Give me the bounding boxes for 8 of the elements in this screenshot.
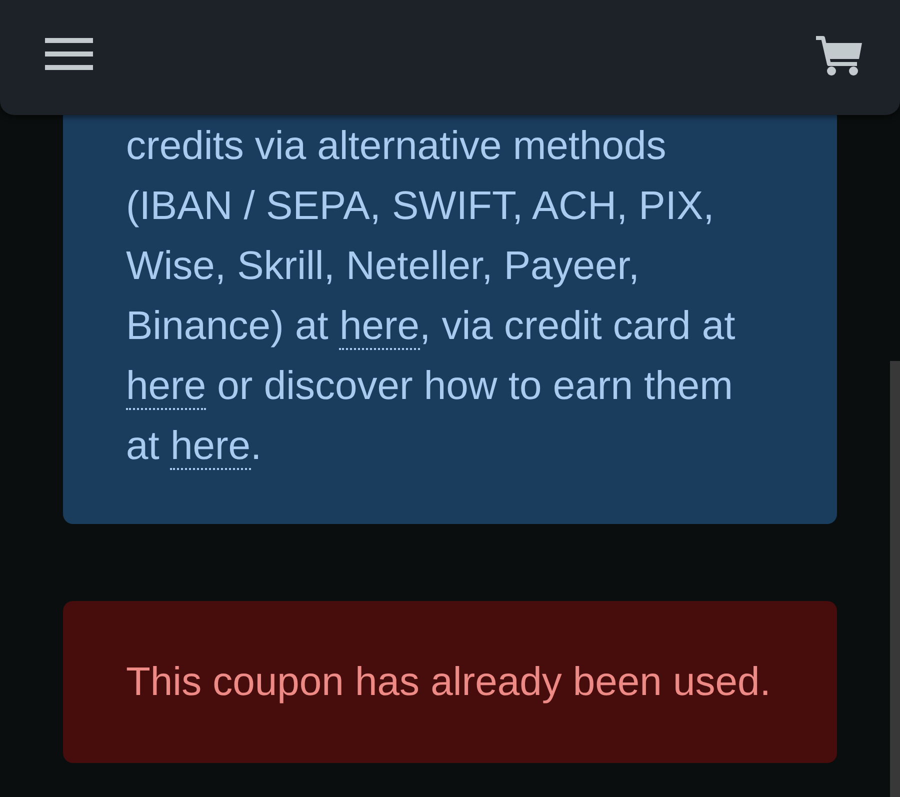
inline-link[interactable]: here — [126, 364, 206, 410]
cart-icon[interactable] — [815, 35, 863, 76]
inline-link[interactable]: here — [339, 304, 420, 350]
error-message: This coupon has already been used. — [126, 659, 771, 706]
menu-icon[interactable] — [45, 38, 93, 70]
scrollbar-thumb[interactable] — [890, 361, 900, 797]
inline-link[interactable]: here — [170, 424, 251, 470]
info-text: credits via alternative methods (IBAN / SEPA, SWIFT, ACH, PIX, Wise, Skrill, Neteller, Payeer, Binance) at here, via credit card at here or discover how to earn them at here. — [126, 123, 736, 472]
